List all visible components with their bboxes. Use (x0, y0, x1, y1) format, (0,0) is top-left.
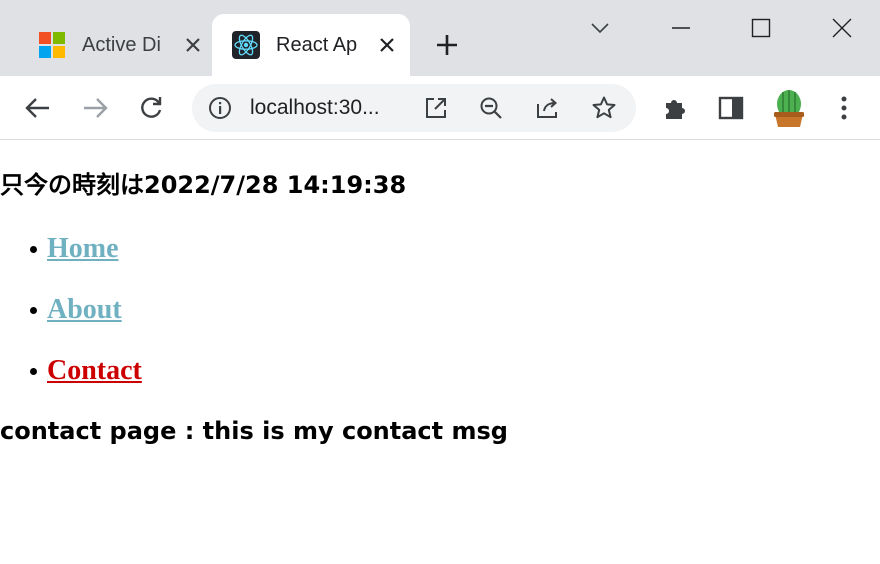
tab-title: React Ap (276, 33, 358, 56)
tab-active-directory[interactable]: Active Di (18, 14, 208, 76)
current-time-heading: 只今の時刻は2022/7/28 14:19:38 (0, 171, 407, 199)
forward-arrow-icon[interactable] (79, 92, 111, 124)
open-in-new-window-icon[interactable] (422, 94, 450, 122)
site-info-icon[interactable] (208, 96, 232, 120)
bookmark-star-icon[interactable] (590, 94, 618, 122)
bullet-icon (30, 307, 37, 314)
new-tab-icon[interactable] (434, 32, 460, 58)
contact-message: contact page : this is my contact msg (0, 417, 508, 445)
page-content: 只今の時刻は2022/7/28 14:19:38 Home About Cont… (0, 141, 880, 564)
address-bar[interactable]: localhost:30... (192, 84, 636, 132)
profile-avatar-cactus-icon[interactable] (771, 88, 807, 128)
bullet-icon (30, 246, 37, 253)
tab-strip: Active Di React Ap (0, 0, 880, 76)
maximize-icon[interactable] (747, 14, 775, 42)
tab-search-chevron-icon[interactable] (586, 14, 614, 42)
bullet-icon (30, 368, 37, 375)
zoom-out-icon[interactable] (477, 94, 505, 122)
browser-toolbar: localhost:30... (0, 76, 880, 140)
react-logo-icon (232, 31, 260, 59)
reload-icon[interactable] (135, 92, 167, 124)
close-tab-icon[interactable] (182, 34, 204, 56)
close-window-icon[interactable] (828, 14, 856, 42)
side-panel-icon[interactable] (715, 92, 747, 124)
close-tab-icon[interactable] (376, 34, 398, 56)
minimize-icon[interactable] (667, 14, 695, 42)
tab-title: Active Di (82, 33, 161, 56)
contact-link[interactable]: Contact (47, 353, 142, 389)
url-text: localhost:30... (250, 96, 380, 119)
back-arrow-icon[interactable] (22, 92, 54, 124)
microsoft-logo-icon (38, 31, 66, 59)
menu-kebab-icon[interactable] (828, 92, 860, 124)
home-link[interactable]: Home (47, 231, 119, 267)
about-link[interactable]: About (47, 292, 122, 328)
tab-react-app[interactable]: React Ap (212, 14, 410, 76)
share-icon[interactable] (534, 94, 562, 122)
extensions-puzzle-icon[interactable] (659, 92, 691, 124)
